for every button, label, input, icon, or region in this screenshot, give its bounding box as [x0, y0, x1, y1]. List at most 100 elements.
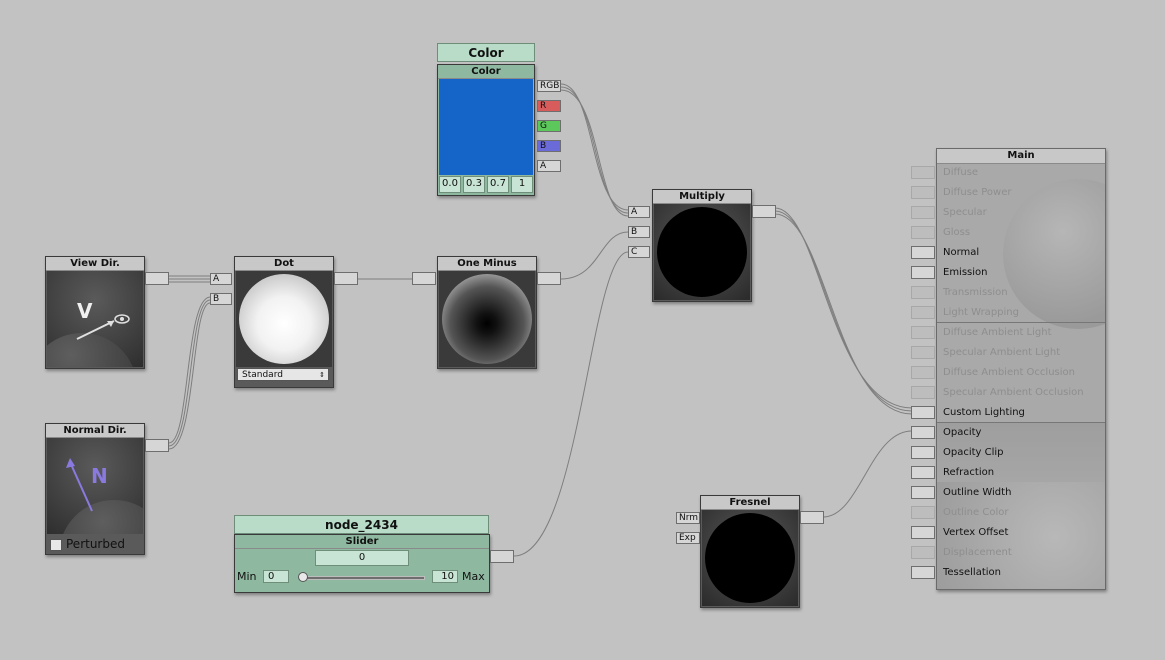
dot-input-b[interactable]: B	[210, 293, 232, 305]
main-row-input[interactable]	[911, 566, 935, 579]
color-port-rgb[interactable]: RGB	[537, 80, 561, 92]
slider-min-field[interactable]: 0	[263, 570, 289, 583]
main-row-input[interactable]	[911, 246, 935, 259]
color-port-a[interactable]: A	[537, 160, 561, 172]
main-row-label: Transmission	[943, 287, 1008, 298]
fresnel-output[interactable]	[800, 511, 824, 524]
dot-mode-value: Standard	[242, 370, 283, 380]
color-port-b[interactable]: B	[537, 140, 561, 152]
main-row-input[interactable]	[911, 526, 935, 539]
eye-icon	[76, 314, 130, 340]
multiply-input-a[interactable]: A	[628, 206, 650, 218]
main-row: Specular Ambient Occlusion	[937, 383, 1105, 403]
main-row-input	[911, 306, 935, 319]
main-row-label: Diffuse Ambient Light	[943, 327, 1052, 338]
slider-track[interactable]	[301, 576, 425, 580]
slider-title: Slider	[235, 535, 489, 549]
main-row: Transmission	[937, 283, 1105, 303]
main-row-label: Normal	[943, 247, 980, 258]
fresnel-title: Fresnel	[701, 496, 799, 510]
normal-dir-glyph: N	[91, 464, 108, 488]
main-node[interactable]: Main Diffuse Diffuse Power Specular Gloss No…	[936, 148, 1106, 590]
one-minus-input[interactable]	[412, 272, 436, 285]
slider-node-header[interactable]: node_2434	[234, 515, 489, 534]
color-value-r[interactable]: 0.0	[439, 176, 461, 193]
fresnel-node[interactable]: Fresnel	[700, 495, 800, 608]
main-row-input[interactable]	[911, 486, 935, 499]
color-node-header[interactable]: Color	[437, 43, 535, 62]
color-value-g[interactable]: 0.3	[463, 176, 485, 193]
slider-output[interactable]	[490, 550, 514, 563]
main-row: Vertex Offset	[937, 523, 1105, 543]
main-row-input[interactable]	[911, 266, 935, 279]
main-row: Opacity	[937, 423, 1105, 443]
main-row-input[interactable]	[911, 426, 935, 439]
color-value-a[interactable]: 1	[511, 176, 533, 193]
main-row-input[interactable]	[911, 446, 935, 459]
main-row-label: Diffuse	[943, 167, 979, 178]
main-row: Gloss	[937, 223, 1105, 243]
one-minus-title: One Minus	[438, 257, 536, 271]
fresnel-input-exp[interactable]: Exp	[676, 532, 700, 544]
color-swatch[interactable]	[439, 79, 533, 175]
dot-output[interactable]	[334, 272, 358, 285]
dropdown-arrow-icon: ⇕	[319, 371, 325, 379]
main-row: Diffuse Ambient Light	[937, 323, 1105, 343]
multiply-preview	[654, 204, 750, 300]
color-node[interactable]: Color 0.0 0.3 0.7 1	[437, 64, 535, 196]
view-dir-output[interactable]	[145, 272, 169, 285]
view-dir-node[interactable]: View Dir. V	[45, 256, 145, 369]
normal-dir-node[interactable]: Normal Dir. N Perturbed	[45, 423, 145, 555]
main-row-input	[911, 546, 935, 559]
main-row-input[interactable]	[911, 406, 935, 419]
main-row-input	[911, 166, 935, 179]
color-value-b[interactable]: 0.7	[487, 176, 509, 193]
main-row-input	[911, 346, 935, 359]
slider-thumb[interactable]	[298, 572, 308, 582]
dot-preview	[236, 271, 332, 367]
main-row-label: Diffuse Power	[943, 187, 1012, 198]
one-minus-output[interactable]	[537, 272, 561, 285]
main-row-label: Tessellation	[943, 567, 1001, 578]
main-row-input	[911, 366, 935, 379]
slider-max-field[interactable]: 10	[432, 570, 458, 583]
fresnel-input-nrm[interactable]: Nrm	[676, 512, 700, 524]
main-row: Emission	[937, 263, 1105, 283]
main-row-label: Outline Width	[943, 487, 1012, 498]
one-minus-node[interactable]: One Minus	[437, 256, 537, 369]
main-row-input	[911, 326, 935, 339]
multiply-input-c[interactable]: C	[628, 246, 650, 258]
main-row: Specular	[937, 203, 1105, 223]
main-row-input	[911, 286, 935, 299]
slider-max-label: Max	[462, 570, 485, 583]
color-port-g[interactable]: G	[537, 120, 561, 132]
main-row: Specular Ambient Light	[937, 343, 1105, 363]
dot-mode-dropdown[interactable]: Standard ⇕	[237, 368, 329, 381]
normal-dir-output[interactable]	[145, 439, 169, 452]
color-node-title: Color	[438, 65, 534, 79]
dot-node[interactable]: Dot Standard ⇕	[234, 256, 334, 388]
main-row: Refraction	[937, 463, 1105, 483]
main-row: Outline Color	[937, 503, 1105, 523]
dot-input-a[interactable]: A	[210, 273, 232, 285]
multiply-output[interactable]	[752, 205, 776, 218]
main-row: Light Wrapping	[937, 303, 1105, 323]
normal-dir-title: Normal Dir.	[46, 424, 144, 438]
main-row: Diffuse Power	[937, 183, 1105, 203]
view-dir-preview: V	[47, 271, 143, 367]
perturbed-checkbox[interactable]	[50, 538, 62, 551]
main-row-label: Refraction	[943, 467, 995, 478]
slider-value-field[interactable]: 0	[315, 550, 409, 566]
main-row-input	[911, 506, 935, 519]
main-row-label: Specular	[943, 207, 987, 218]
multiply-node[interactable]: Multiply	[652, 189, 752, 302]
slider-min-label: Min	[237, 570, 257, 583]
main-row-input[interactable]	[911, 466, 935, 479]
multiply-input-b[interactable]: B	[628, 226, 650, 238]
main-row-label: Opacity Clip	[943, 447, 1004, 458]
main-row-label: Opacity	[943, 427, 982, 438]
perturbed-label: Perturbed	[66, 537, 125, 551]
color-port-r[interactable]: R	[537, 100, 561, 112]
main-row-label: Gloss	[943, 227, 971, 238]
slider-node[interactable]: Slider 0 Min 0 10 Max	[234, 534, 490, 593]
